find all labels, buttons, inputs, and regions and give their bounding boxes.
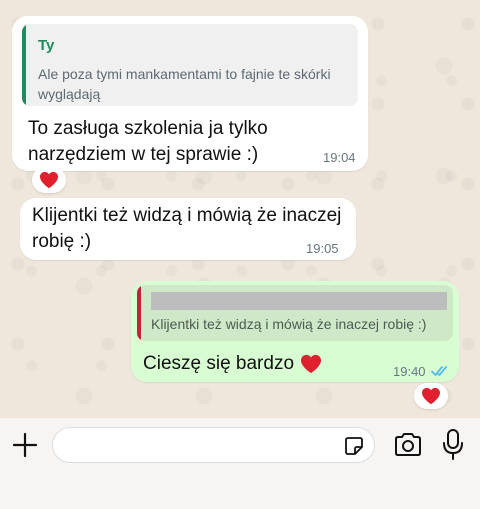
incoming-message[interactable]: Ty Ale poza tymi mankamentami to fajnie … [12, 16, 368, 171]
incoming-message[interactable]: Klijentki też widzą i mówią że inaczej r… [20, 198, 356, 260]
microphone-icon [443, 429, 463, 460]
message-time: 19:05 [306, 241, 339, 256]
message-text: Cieszę się bardzo [143, 351, 322, 377]
message-input[interactable] [52, 427, 375, 463]
reaction-badge[interactable] [414, 383, 448, 409]
quoted-message[interactable]: Ty Ale poza tymi mankamentami to fajnie … [22, 24, 358, 106]
sticker-icon [345, 437, 363, 455]
camera-icon [395, 433, 421, 456]
quote-bar [137, 285, 141, 341]
reaction-badge[interactable] [32, 167, 66, 193]
quote-author-redacted [151, 292, 447, 310]
quote-text-line2: wyglądają [38, 86, 101, 102]
camera-button[interactable] [393, 431, 423, 459]
message-text-line1: To zasługa szkolenia ja tylko [28, 118, 268, 139]
heart-icon [422, 387, 440, 405]
quote-text-line1: Ale poza tymi mankamentami to fajnie te … [38, 66, 331, 82]
message-text-content: Cieszę się bardzo [143, 353, 295, 374]
plus-button[interactable] [10, 430, 40, 460]
message-text-line2: robię :) [32, 231, 92, 252]
plus-icon [12, 432, 38, 458]
heart-emoji-icon [301, 354, 322, 374]
message-text-line1: Klijentki też widzą i mówią że inaczej [32, 205, 342, 226]
quote-bar [22, 24, 26, 106]
sticker-button[interactable] [342, 434, 366, 458]
message-time: 19:40 [393, 364, 426, 379]
composer-bar [0, 418, 480, 509]
quote-text: Klijentki też widzą i mówią że inaczej r… [151, 316, 427, 332]
chat-area: Ty Ale poza tymi mankamentami to fajnie … [0, 0, 480, 418]
message-text-line2: narzędziem w tej sprawie :) [28, 144, 259, 165]
read-ticks-icon [431, 366, 447, 376]
quote-author: Ty [38, 37, 55, 54]
heart-icon [40, 171, 58, 189]
outgoing-message[interactable]: Klijentki też widzą i mówią że inaczej r… [131, 281, 459, 382]
microphone-button[interactable] [441, 428, 465, 462]
quoted-message[interactable]: Klijentki też widzą i mówią że inaczej r… [137, 285, 453, 341]
message-time: 19:04 [323, 150, 356, 165]
